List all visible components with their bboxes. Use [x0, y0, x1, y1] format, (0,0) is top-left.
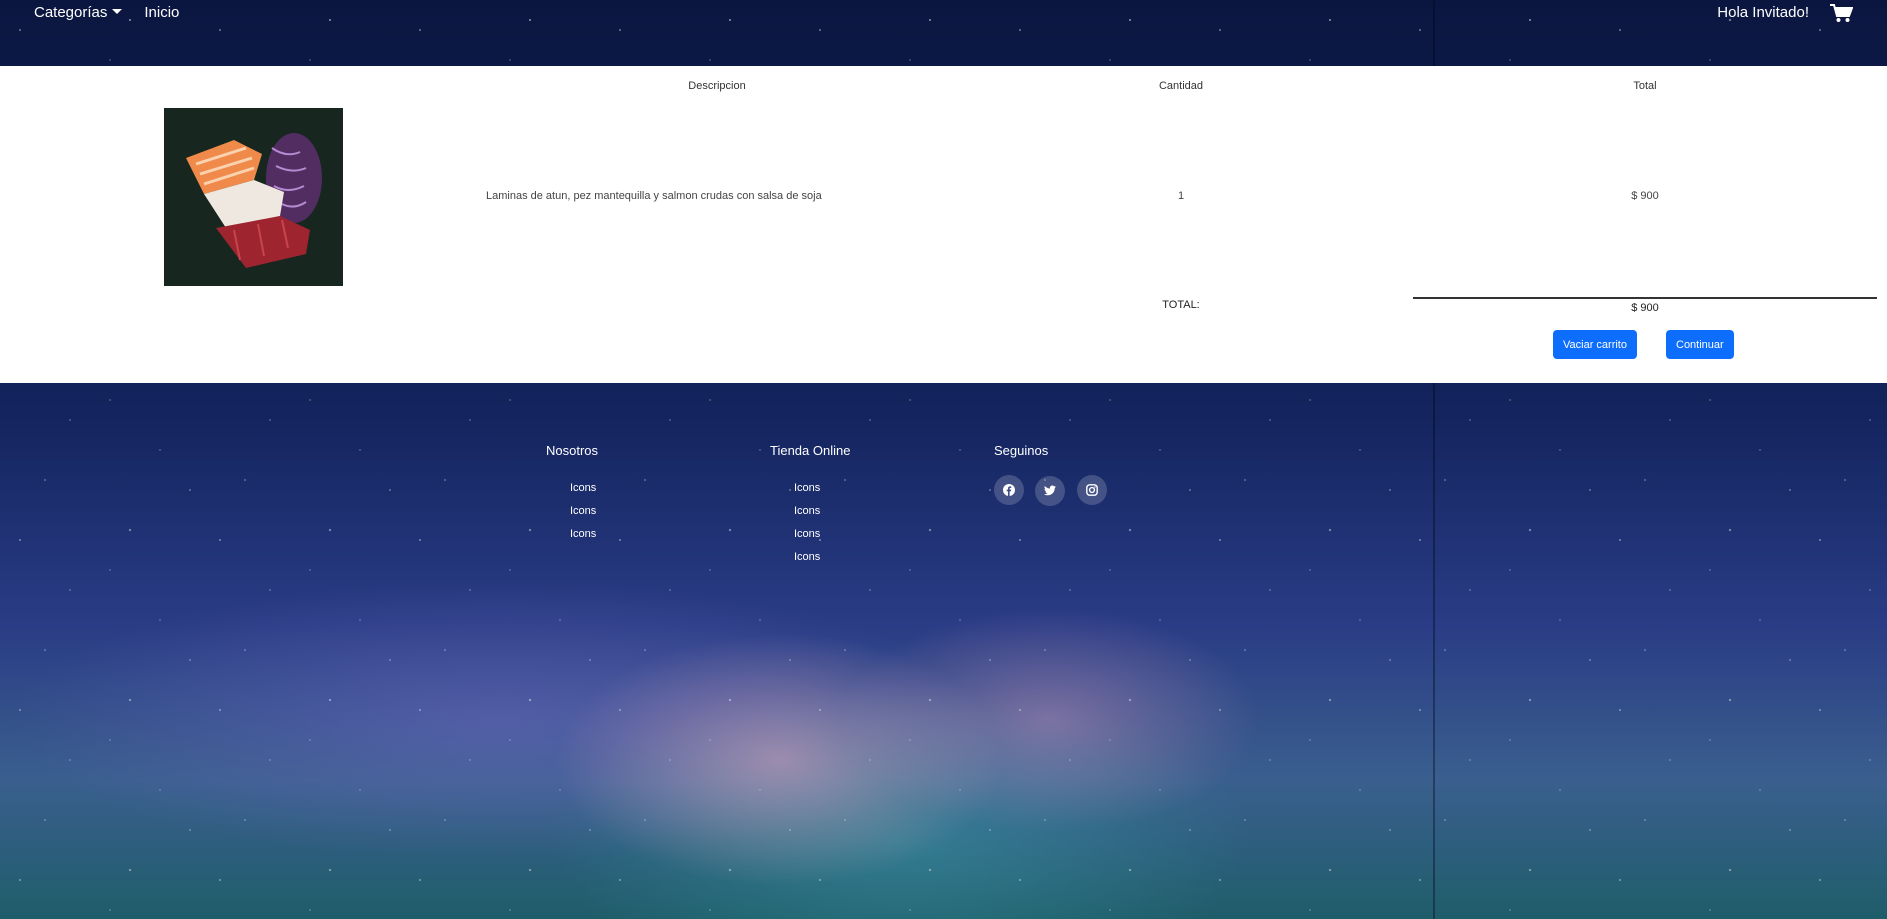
twitter-icon[interactable]: [1035, 475, 1066, 506]
continue-button[interactable]: Continuar: [1666, 330, 1734, 359]
footer-store-title: Tienda Online: [770, 443, 851, 458]
facebook-icon[interactable]: [994, 475, 1024, 505]
top-navbar: Categorías Inicio Hola Invitado!: [0, 0, 1887, 66]
nav-right: Hola Invitado!: [1717, 3, 1854, 23]
footer-about-title: Nosotros: [546, 443, 599, 458]
social-icons: [994, 475, 1154, 506]
footer-about: Nosotros Icons Icons Icons: [546, 443, 706, 551]
footer-about-link[interactable]: Icons: [570, 505, 706, 517]
categories-dropdown[interactable]: Categorías: [34, 3, 123, 23]
footer-about-link[interactable]: Icons: [570, 482, 706, 494]
footer-store-link[interactable]: Icons: [794, 528, 930, 540]
quantity-header: Cantidad: [1158, 80, 1204, 92]
total-divider: [1413, 297, 1877, 299]
total-label: TOTAL:: [1162, 299, 1200, 311]
footer-store: Tienda Online Icons Icons Icons Icons: [770, 443, 930, 574]
item-description: Laminas de atun, pez mantequilla y salmo…: [486, 190, 822, 202]
chevron-down-icon: [112, 9, 123, 14]
cart-panel: Descripcion Cantidad Total Laminas de at…: [0, 66, 1887, 383]
empty-cart-button[interactable]: Vaciar carrito: [1553, 330, 1637, 359]
item-quantity: 1: [1177, 190, 1185, 202]
shopping-cart-icon[interactable]: [1829, 3, 1854, 23]
categories-label: Categorías: [34, 4, 108, 21]
grand-total: $ 900: [1631, 302, 1659, 314]
home-link[interactable]: Inicio: [144, 3, 179, 23]
instagram-icon[interactable]: [1076, 475, 1107, 505]
footer-social-title: Seguinos: [994, 443, 1049, 458]
footer-store-link[interactable]: Icons: [794, 505, 930, 517]
footer-store-link[interactable]: Icons: [794, 551, 930, 563]
product-image: [164, 108, 343, 286]
footer-about-link[interactable]: Icons: [570, 528, 706, 540]
item-total: $ 900: [1631, 190, 1659, 202]
footer-social: Seguinos: [994, 443, 1154, 506]
total-header: Total: [1633, 80, 1657, 92]
description-header: Descripcion: [688, 80, 746, 92]
footer-store-link[interactable]: Icons: [794, 482, 930, 494]
user-greeting: Hola Invitado!: [1717, 4, 1809, 21]
